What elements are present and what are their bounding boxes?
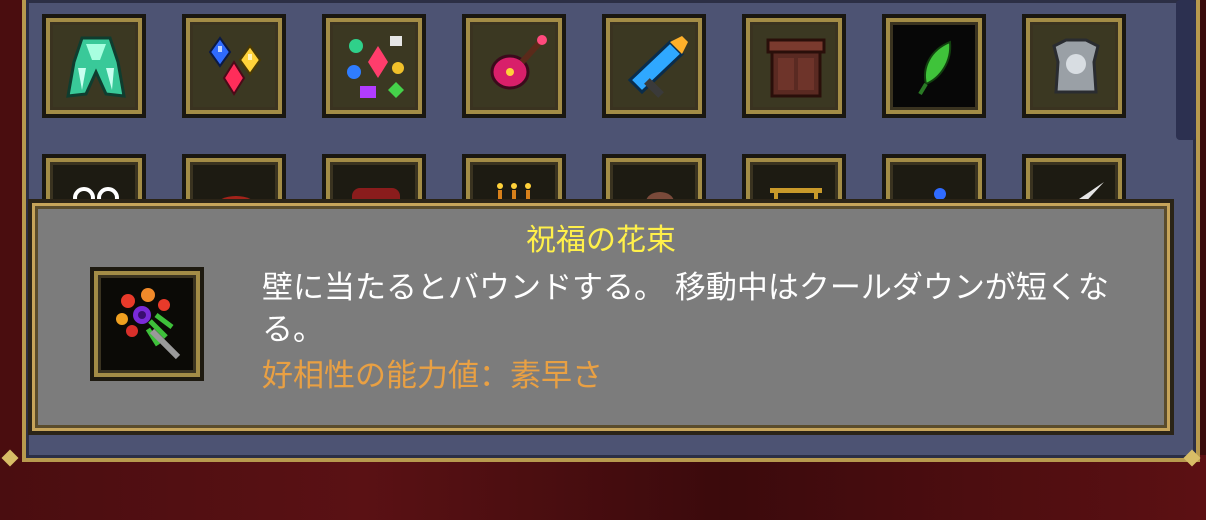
item-tooltip: 祝福の花束 壁に当たるとバウンドする。 移動中はクールダウンが短くなる。 好相性… bbox=[28, 199, 1174, 435]
item-affinity-stat: 好相性の能力値：素早さ bbox=[262, 358, 603, 394]
inventory-slot[interactable] bbox=[882, 14, 986, 118]
inventory-slot[interactable] bbox=[322, 14, 426, 118]
inventory-slot[interactable] bbox=[42, 14, 146, 118]
inventory-slot[interactable] bbox=[462, 14, 566, 118]
inventory-slot[interactable] bbox=[742, 14, 846, 118]
red-lute-icon bbox=[490, 35, 547, 90]
wooden-cabinet-icon bbox=[766, 38, 826, 98]
inventory-slot[interactable] bbox=[1022, 14, 1126, 118]
inventory-slot[interactable] bbox=[602, 14, 706, 118]
inventory-scrollbar[interactable] bbox=[1176, 0, 1196, 140]
green-leaf-icon bbox=[918, 40, 952, 96]
item-icon-frame bbox=[90, 267, 204, 381]
inventory-slot[interactable] bbox=[182, 14, 286, 118]
silver-armor-icon bbox=[1052, 38, 1100, 94]
item-description: 壁に当たるとバウンドする。 移動中はクールダウンが短くなる。 bbox=[262, 270, 1109, 348]
green-cape-icon bbox=[66, 36, 126, 98]
blue-wand-icon bbox=[627, 36, 688, 98]
bouquet-icon bbox=[116, 288, 181, 360]
gems-icon bbox=[208, 36, 262, 96]
background-floor bbox=[0, 455, 1206, 520]
item-name: 祝福の花束 bbox=[526, 223, 676, 258]
jewel-pile-icon bbox=[347, 36, 404, 98]
